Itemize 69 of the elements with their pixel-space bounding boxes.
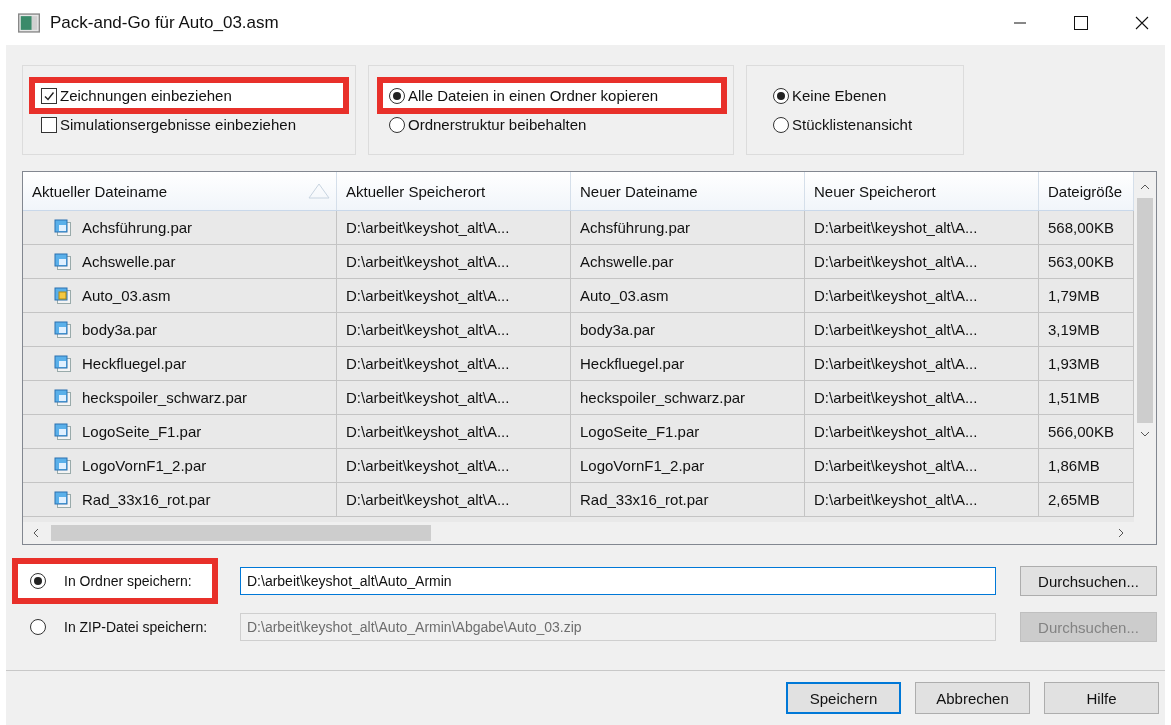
table-cell: D:\arbeit\keyshot_alt\A... — [805, 211, 1039, 244]
column-header[interactable]: Neuer Speicherort — [805, 172, 1039, 210]
table-cell: D:\arbeit\keyshot_alt\A... — [805, 449, 1039, 482]
table-cell: D:\arbeit\keyshot_alt\A... — [337, 415, 571, 448]
dialog-button[interactable]: Abbrechen — [915, 682, 1030, 714]
table-cell: Rad_33x16_rot.par — [23, 483, 337, 516]
part-file-icon — [54, 422, 72, 441]
table-cell: D:\arbeit\keyshot_alt\A... — [337, 211, 571, 244]
table-cell: Heckfluegel.par — [23, 347, 337, 380]
dialog-button[interactable]: Hilfe — [1044, 682, 1159, 714]
checkbox[interactable]: Zeichnungen einbeziehen — [29, 77, 349, 114]
browse-button[interactable]: Durchsuchen... — [1020, 566, 1157, 596]
part-file-icon — [54, 490, 72, 509]
window-title: Pack-and-Go für Auto_03.asm — [50, 12, 279, 33]
part-file-icon — [54, 320, 72, 339]
table-cell: LogoVornF1_2.par — [23, 449, 337, 482]
close-icon[interactable] — [1135, 15, 1149, 30]
maximize-icon[interactable] — [1074, 15, 1088, 30]
table-cell: D:\arbeit\keyshot_alt\A... — [805, 313, 1039, 346]
table-cell: D:\arbeit\keyshot_alt\A... — [805, 483, 1039, 516]
part-file-icon — [54, 252, 72, 271]
part-file-icon — [54, 354, 72, 373]
table-cell: body3a.par — [23, 313, 337, 346]
horizontal-scrollbar[interactable] — [23, 522, 1134, 544]
table-cell: LogoVornF1_2.par — [571, 449, 805, 482]
part-file-icon — [54, 456, 72, 475]
dialog-button[interactable]: Speichern — [786, 682, 901, 714]
table-cell: D:\arbeit\keyshot_alt\A... — [337, 381, 571, 414]
table-cell: Rad_33x16_rot.par — [571, 483, 805, 516]
scroll-right-icon[interactable] — [1116, 528, 1126, 538]
table-cell: D:\arbeit\keyshot_alt\A... — [805, 245, 1039, 278]
assembly-file-icon — [54, 286, 72, 305]
checkmark-icon — [43, 89, 55, 102]
table-cell: heckspoiler_schwarz.par — [23, 381, 337, 414]
column-header[interactable]: Neuer Dateiname — [571, 172, 805, 210]
radio-button[interactable]: In Ordner speichern: — [12, 558, 218, 604]
table-cell: D:\arbeit\keyshot_alt\A... — [805, 415, 1039, 448]
table-cell: Achsführung.par — [23, 211, 337, 244]
table-cell: Auto_03.asm — [571, 279, 805, 312]
table-cell: Achswelle.par — [571, 245, 805, 278]
table-cell: LogoSeite_F1.par — [23, 415, 337, 448]
table-cell: D:\arbeit\keyshot_alt\A... — [337, 449, 571, 482]
table-cell: D:\arbeit\keyshot_alt\A... — [337, 313, 571, 346]
table-cell: D:\arbeit\keyshot_alt\A... — [337, 483, 571, 516]
table-cell: Auto_03.asm — [23, 279, 337, 312]
part-file-icon — [54, 388, 72, 407]
scroll-up-icon[interactable] — [1140, 182, 1150, 192]
table-cell: D:\arbeit\keyshot_alt\A... — [337, 279, 571, 312]
app-icon — [18, 11, 40, 34]
part-file-icon — [54, 218, 72, 237]
column-header[interactable]: Aktueller Speicherort — [337, 172, 571, 210]
table-cell: Heckfluegel.par — [571, 347, 805, 380]
vertical-scrollbar[interactable] — [1134, 172, 1156, 544]
table-cell: D:\arbeit\keyshot_alt\A... — [337, 245, 571, 278]
table-cell: heckspoiler_schwarz.par — [571, 381, 805, 414]
scroll-down-icon[interactable] — [1140, 429, 1150, 439]
table-cell: body3a.par — [571, 313, 805, 346]
scroll-left-icon[interactable] — [31, 528, 41, 538]
table-cell: D:\arbeit\keyshot_alt\A... — [805, 381, 1039, 414]
sort-icon — [308, 183, 330, 199]
radio-button[interactable]: Alle Dateien in einen Ordner kopieren — [377, 77, 727, 114]
table-cell: Achswelle.par — [23, 245, 337, 278]
table-cell: D:\arbeit\keyshot_alt\A... — [805, 347, 1039, 380]
table-cell: Achsführung.par — [571, 211, 805, 244]
table-cell: D:\arbeit\keyshot_alt\A... — [337, 347, 571, 380]
path-field[interactable]: D:\arbeit\keyshot_alt\Auto_Armin — [240, 567, 996, 595]
table-cell: D:\arbeit\keyshot_alt\A... — [805, 279, 1039, 312]
table-cell: LogoSeite_F1.par — [571, 415, 805, 448]
column-header[interactable]: Aktueller Dateiname — [23, 172, 337, 210]
